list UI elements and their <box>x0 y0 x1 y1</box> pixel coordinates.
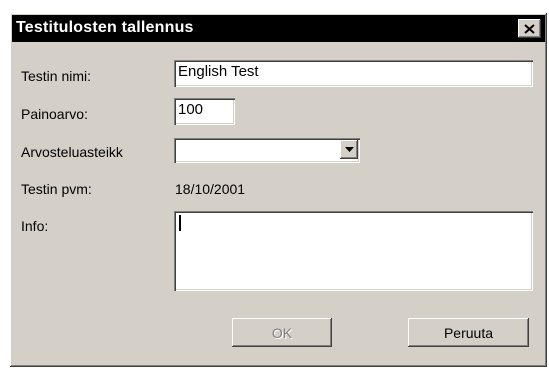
dialog-title: Testitulosten tallennus <box>16 19 194 36</box>
ok-button-label: OK <box>271 324 293 341</box>
cancel-button[interactable]: Peruuta <box>408 318 529 347</box>
info-label: Info: <box>21 218 49 234</box>
grading-scale-label: Arvosteluasteikk <box>21 144 123 160</box>
weight-input[interactable]: 100 <box>174 98 235 125</box>
weight-value: 100 <box>178 101 204 118</box>
weight-label: Painoarvo: <box>21 106 88 122</box>
chevron-down-icon <box>344 147 354 152</box>
test-date-label: Testin pvm: <box>21 181 92 197</box>
ok-button[interactable]: OK <box>232 318 332 347</box>
cancel-button-label: Peruuta <box>443 324 494 341</box>
text-caret <box>179 215 181 231</box>
test-name-input[interactable]: English Test <box>174 60 533 87</box>
test-name-label: Testin nimi: <box>21 68 92 84</box>
close-icon <box>524 23 535 34</box>
test-name-value: English Test <box>178 63 259 80</box>
info-textarea[interactable] <box>174 211 533 291</box>
close-button[interactable] <box>518 19 541 38</box>
grading-scale-select[interactable] <box>174 138 360 163</box>
test-date-value: 18/10/2001 <box>175 181 246 197</box>
title-bar[interactable]: Testitulosten tallennus <box>12 15 545 42</box>
dropdown-button[interactable] <box>340 140 358 159</box>
save-test-results-dialog: Testitulosten tallennus Testin nimi: Eng… <box>10 13 547 367</box>
